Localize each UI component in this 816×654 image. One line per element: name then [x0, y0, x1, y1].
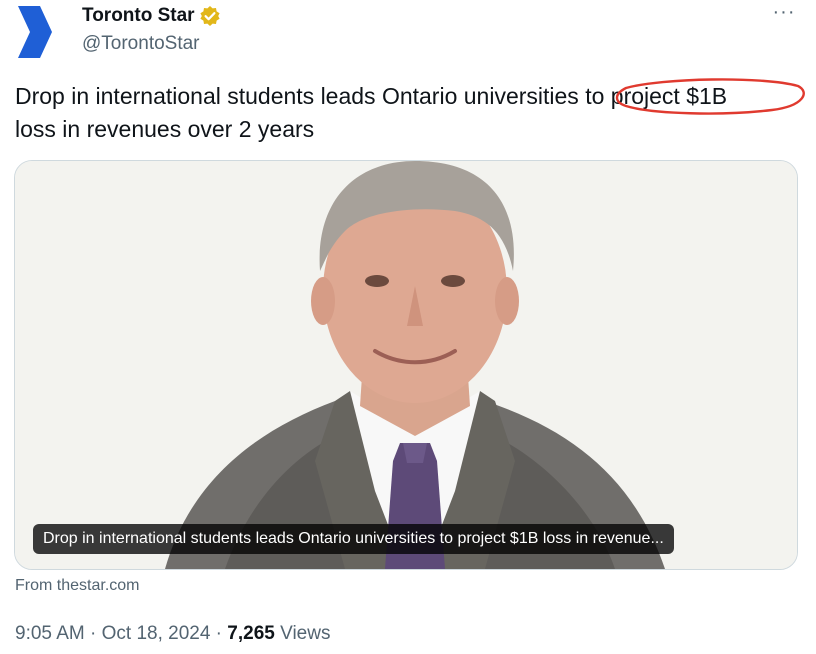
meta-separator-1: ·: [84, 623, 102, 644]
tweet-text-part-2: loss in revenues over 2 years: [15, 116, 315, 142]
author-handle[interactable]: @TorontoStar: [82, 32, 200, 56]
tweet-text-part-1: Drop in international students leads Ont…: [15, 83, 586, 109]
tweet-time[interactable]: 9:05 AM: [15, 623, 85, 644]
views-label: Views: [274, 623, 331, 644]
meta-separator-2: ·: [210, 623, 228, 644]
card-source-link[interactable]: thestar.com: [57, 577, 140, 594]
more-options-button[interactable]: ···: [770, 2, 798, 30]
link-card[interactable]: Drop in international students leads Ont…: [14, 160, 798, 570]
tweet-date[interactable]: Oct 18, 2024: [102, 623, 211, 644]
card-source: From thestar.com: [15, 575, 139, 597]
card-source-prefix: From: [15, 577, 57, 594]
author-name[interactable]: Toronto Star: [82, 4, 221, 28]
tweet: Toronto Star @TorontoStar ··· Drop in in…: [0, 0, 816, 654]
article-photo-man-in-suit: [15, 161, 797, 569]
card-caption: Drop in international students leads Ont…: [33, 524, 674, 554]
author-name-text[interactable]: Toronto Star: [82, 4, 195, 28]
toronto-star-logo-avatar[interactable]: [14, 4, 62, 60]
tweet-meta: 9:05 AM · Oct 18, 2024 · 7,265 Views: [15, 622, 330, 646]
tweet-text-highlight: to project $1B: [585, 83, 728, 109]
verified-badge-icon: [199, 6, 220, 26]
tweet-text: Drop in international students leads Ont…: [15, 80, 805, 146]
views-count[interactable]: 7,265: [227, 623, 275, 644]
